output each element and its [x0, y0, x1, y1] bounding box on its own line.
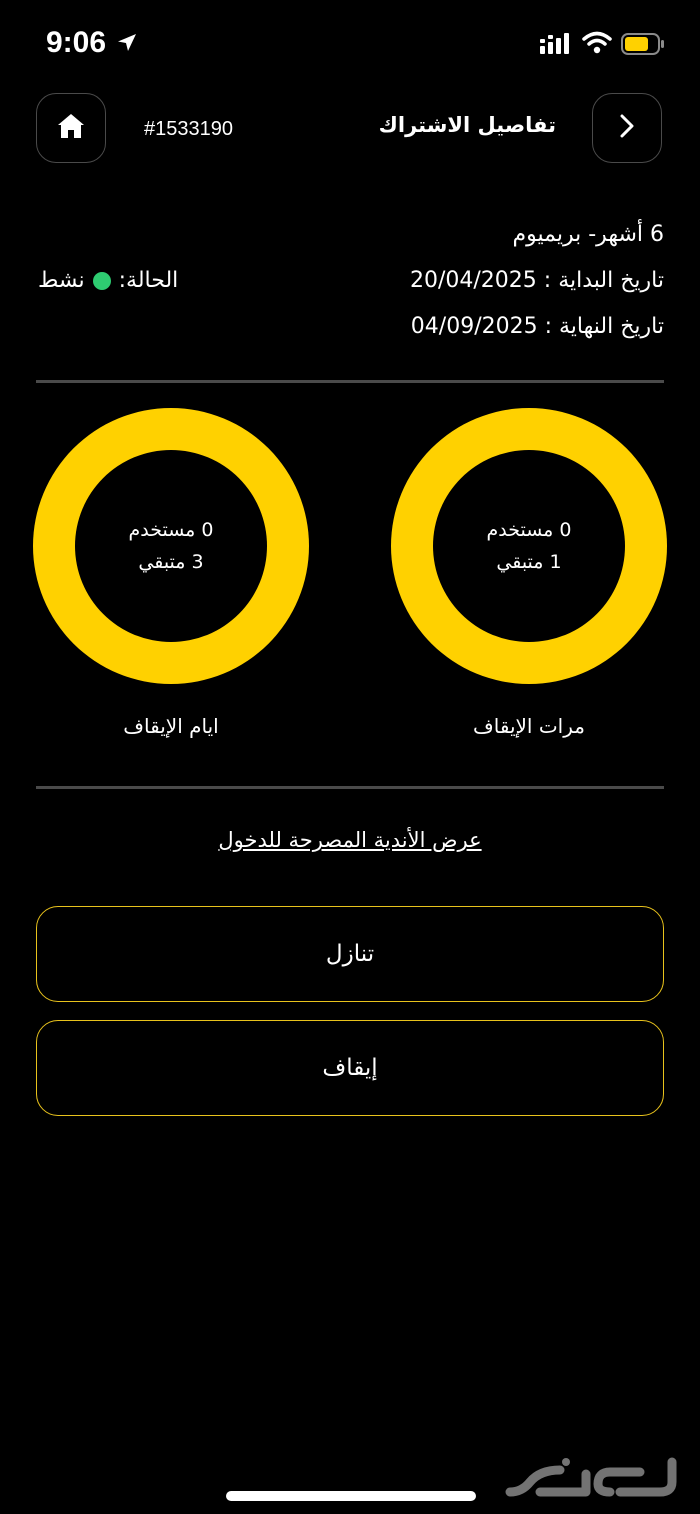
freeze-count-remaining: 1 متبقي [496, 551, 562, 573]
freeze-days-ring: 0 مستخدم 3 متبقي ايام الإيقاف [33, 408, 309, 738]
freeze-button[interactable]: إيقاف [36, 1020, 664, 1116]
status-dot-icon [92, 271, 111, 290]
subscription-id: #1533190 [144, 118, 233, 140]
chevron-right-icon [616, 111, 638, 145]
location-arrow-icon [116, 32, 138, 58]
freeze-days-used: 0 مستخدم [128, 519, 214, 541]
status-label: الحالة: [118, 268, 179, 293]
freeze-count-ring: 0 مستخدم 1 متبقي مرات الإيقاف [391, 408, 667, 738]
status-value: نشط [38, 268, 85, 293]
signal-icon [540, 33, 574, 59]
status-bar: 9:06 [0, 0, 700, 90]
freeze-count-used: 0 مستخدم [486, 519, 572, 541]
battery-icon [621, 32, 665, 60]
wifi-icon [582, 31, 612, 59]
plan-name: 6 أشهر- بريميوم [512, 222, 664, 247]
freeze-days-donut: 0 مستخدم 3 متبقي [33, 408, 309, 684]
screen: 9:06 #1533190 تفاصيل الاشتراك 6 أشهر- بر… [0, 0, 700, 1514]
freeze-count-donut: 0 مستخدم 1 متبقي [391, 408, 667, 684]
forward-button[interactable] [592, 93, 662, 163]
transfer-button[interactable]: تنازل [36, 906, 664, 1002]
freeze-count-label: مرات الإيقاف [473, 714, 585, 738]
start-date: تاريخ البداية : 20/04/2025 [409, 268, 664, 293]
divider [36, 786, 664, 789]
status-time: 9:06 [46, 26, 107, 59]
freeze-days-remaining: 3 متبقي [138, 551, 204, 573]
page-title: تفاصيل الاشتراك [378, 113, 556, 137]
status-row: الحالة: نشط [38, 268, 178, 293]
divider [36, 380, 664, 383]
freeze-days-label: ايام الإيقاف [123, 714, 219, 738]
home-icon [56, 111, 86, 145]
end-date: تاريخ النهاية : 04/09/2025 [410, 314, 664, 339]
allowed-clubs-link[interactable]: عرض الأندية المصرحة للدخول [0, 828, 700, 852]
home-indicator[interactable] [226, 1491, 476, 1501]
haraj-watermark-logo [500, 1452, 680, 1506]
home-button[interactable] [36, 93, 106, 163]
